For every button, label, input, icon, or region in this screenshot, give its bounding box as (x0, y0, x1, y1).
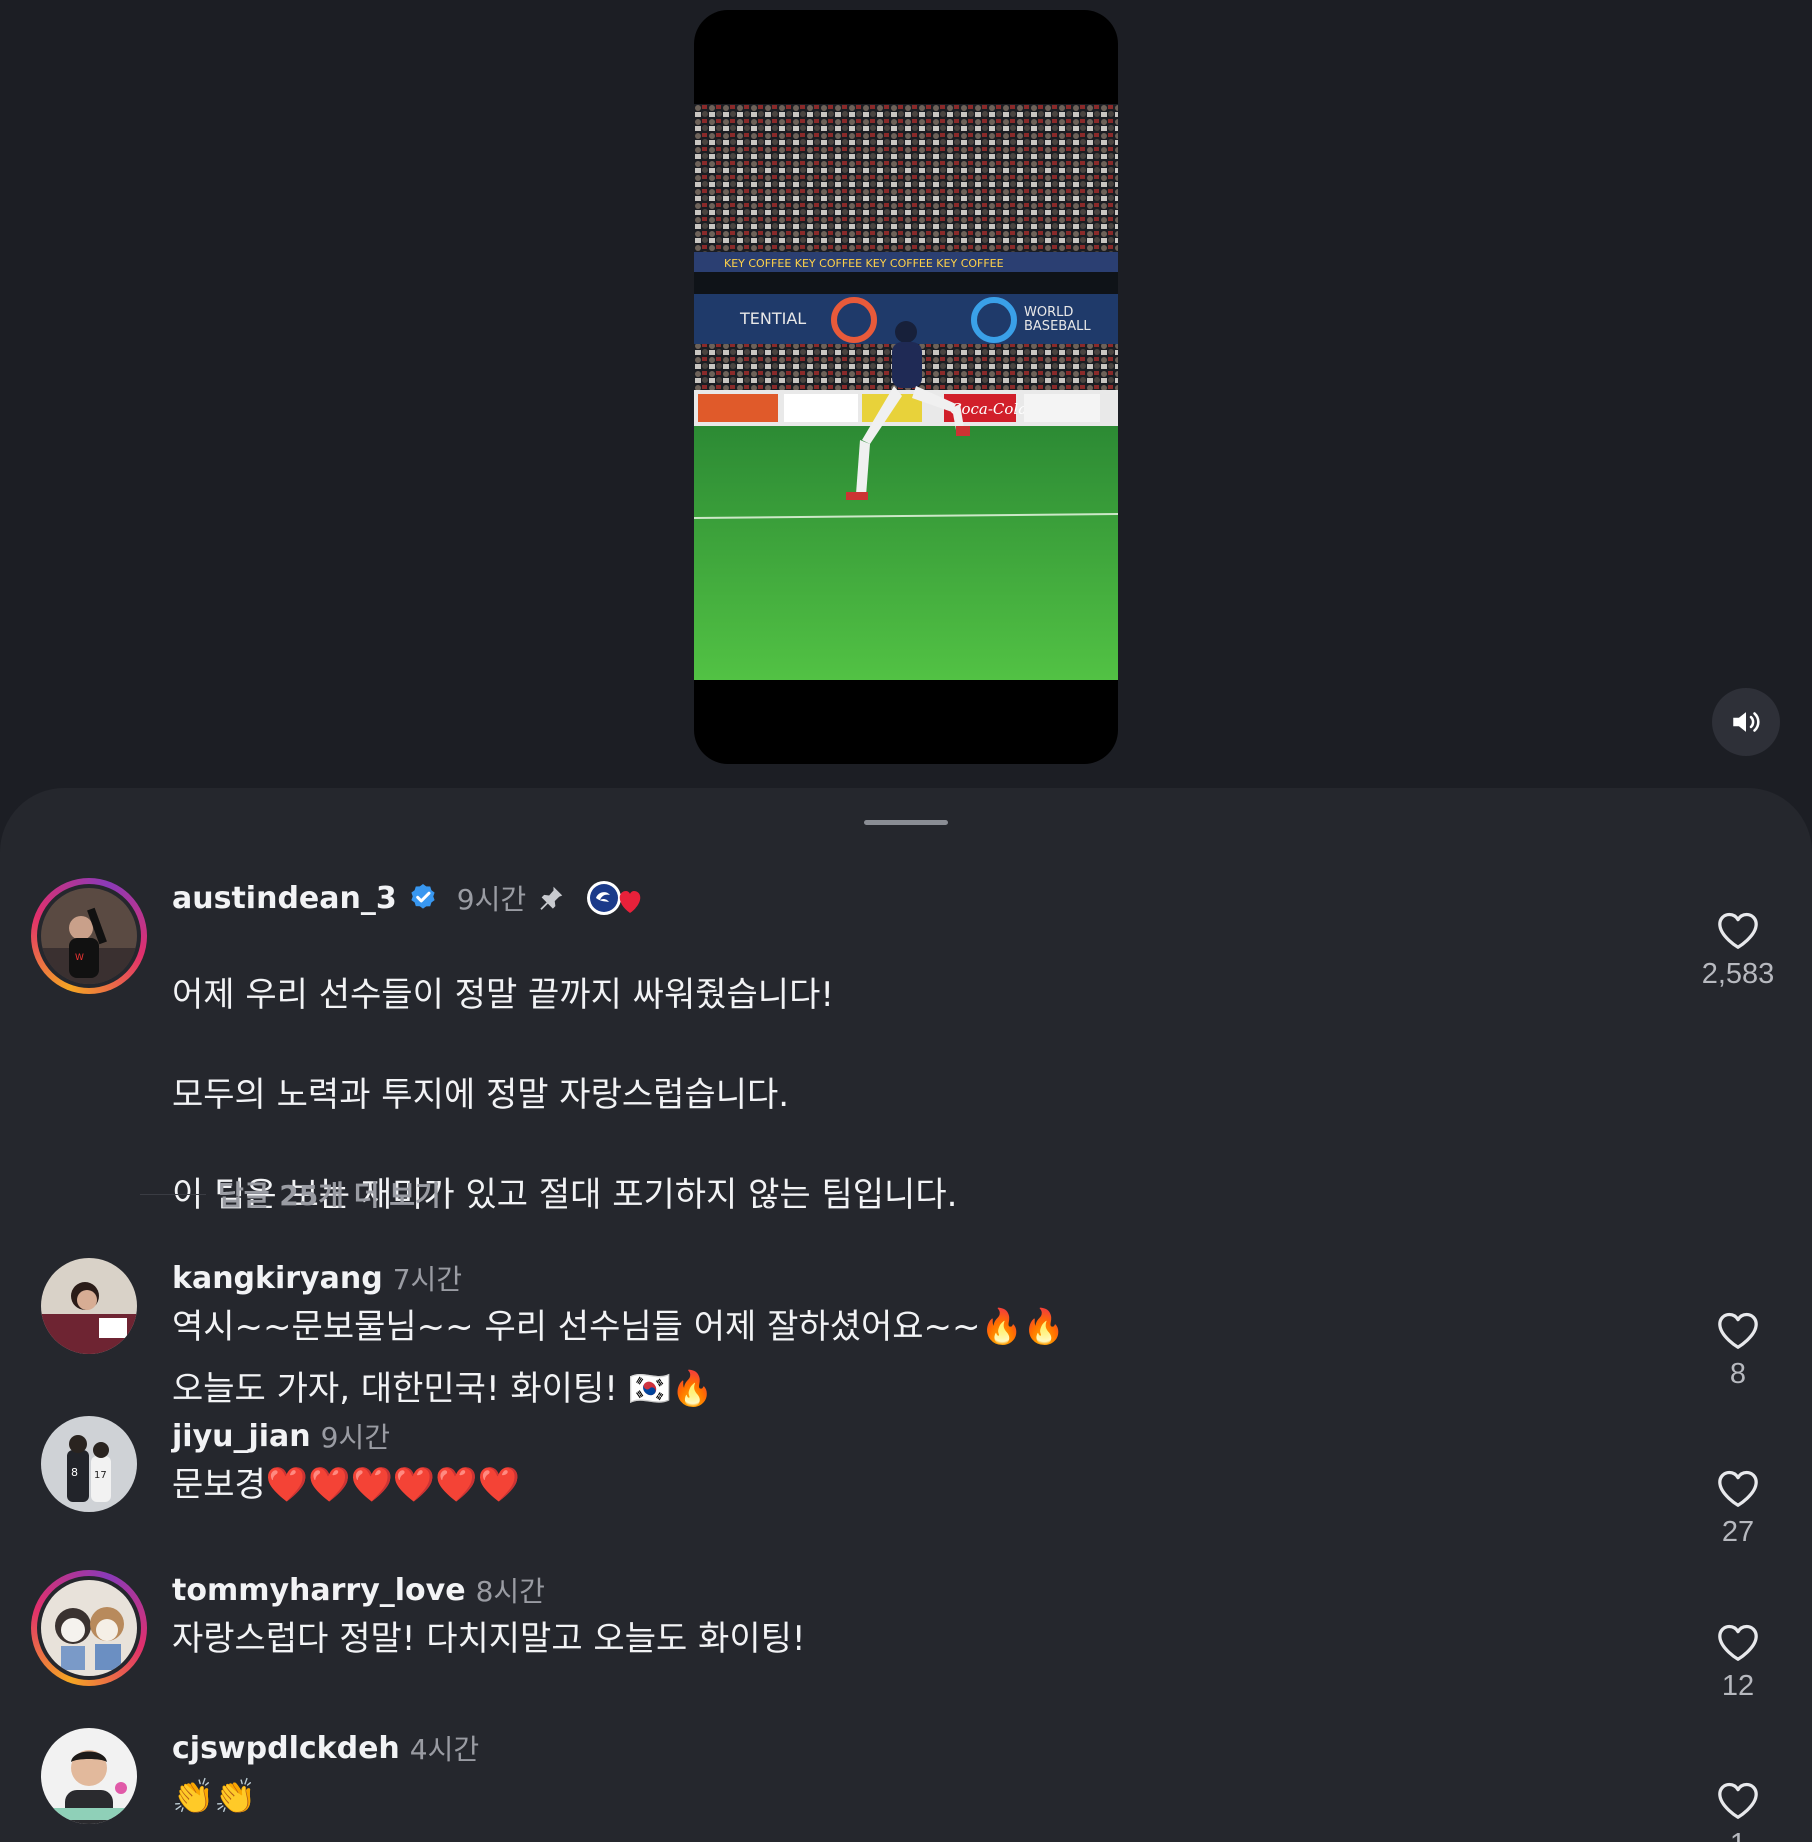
like-count: 27 (1721, 1516, 1755, 1548)
video-player[interactable]: KEY COFFEE KEY COFFEE KEY COFFEE KEY COF… (694, 10, 1118, 764)
avatar[interactable]: 8 17 (41, 1416, 137, 1512)
comment-timestamp: 9시간 (456, 883, 527, 916)
avatar: W (37, 884, 141, 988)
svg-text:17: 17 (94, 1470, 107, 1481)
video-frame: KEY COFFEE KEY COFFEE KEY COFFEE KEY COF… (694, 104, 1118, 680)
heart-outline-icon (1718, 912, 1758, 949)
comment-meta: cjswpdlckdeh 4시간 (172, 1728, 479, 1768)
heart-outline-icon (1718, 1312, 1758, 1349)
comment-line: 모두의 노력과 투지에 정말 자랑스럽습니다. (172, 1075, 790, 1115)
like-button[interactable]: 27 (1690, 1468, 1786, 1549)
comment-meta: austindean_3 9시간 (172, 878, 644, 918)
comment-line: 오늘도 가자, 대한민국! 화이팅! 🇰🇷🔥 (172, 1369, 714, 1409)
like-button[interactable]: 2,583 (1690, 910, 1786, 991)
svg-text:8: 8 (71, 1466, 78, 1479)
svg-text:KEY COFFEE KEY COFFEE: KEY COFFEE KEY COFFEE KEY COFFEE KEY COF… (724, 257, 1004, 270)
verified-badge-icon (407, 882, 439, 914)
comment-text: 자랑스럽다 정말! 다치지말고 오늘도 화이팅! (172, 1619, 806, 1659)
heart-outline-icon (1718, 1470, 1758, 1507)
svg-text:TENTIAL: TENTIAL (739, 309, 806, 328)
comment-timestamp: 9시간 (320, 1421, 390, 1454)
like-count: 2,583 (1701, 958, 1775, 990)
like-button[interactable]: 1 (1690, 1780, 1786, 1842)
svg-text:WORLD: WORLD (1024, 305, 1073, 320)
avatar-story-ring[interactable]: W (31, 878, 147, 994)
comment-text: 역시~~문보물님~~ 우리 선수님들 어제 잘하셨어요~~🔥🔥 (172, 1307, 1066, 1347)
view-replies-label: 답글 25개 더 보기 (218, 1179, 441, 1212)
comment-meta: tommyharry_love 8시간 (172, 1570, 545, 1610)
like-count: 12 (1721, 1670, 1755, 1702)
heart-outline-icon (1718, 1624, 1758, 1661)
like-button[interactable]: 12 (1690, 1622, 1786, 1703)
comment-username[interactable]: cjswpdlckdeh (172, 1731, 400, 1766)
avatar (37, 1576, 141, 1680)
comment-timestamp: 4시간 (409, 1733, 480, 1766)
comment-timestamp: 8시간 (475, 1575, 545, 1608)
comment-meta: jiyu_jian 9시간 (172, 1416, 390, 1456)
svg-text:W: W (75, 953, 84, 963)
like-count: 1 (1690, 1828, 1786, 1842)
speaker-on-icon (1733, 712, 1760, 732)
comment-timestamp: 7시간 (392, 1263, 463, 1296)
team-heart-badge-icon (586, 879, 644, 917)
avatar[interactable] (41, 1258, 137, 1354)
comment-text: 문보경❤️❤️❤️❤️❤️❤️ (172, 1465, 520, 1505)
heart-outline-icon (1718, 1782, 1758, 1819)
screen: KEY COFFEE KEY COFFEE KEY COFFEE KEY COF… (0, 0, 1812, 1842)
comment-username[interactable]: tommyharry_love (172, 1573, 466, 1608)
comment-text: 👏👏 (172, 1777, 257, 1817)
svg-text:BASEBALL: BASEBALL (1024, 319, 1091, 334)
mute-toggle-button[interactable] (1712, 688, 1780, 756)
comments-sheet: W austindean_3 9시간 어제 우리 선수들이 정말 끝까지 싸워줬… (0, 788, 1812, 1842)
comment-meta: kangkiryang 7시간 (172, 1258, 462, 1298)
sheet-drag-handle[interactable] (864, 820, 948, 825)
like-count: 8 (1729, 1358, 1747, 1390)
comment-line: 어제 우리 선수들이 정말 끝까지 싸워줬습니다! (172, 975, 834, 1015)
comment-username[interactable]: austindean_3 (172, 881, 397, 916)
comment-username[interactable]: kangkiryang (172, 1261, 383, 1296)
pin-icon (536, 883, 566, 913)
avatar[interactable] (41, 1728, 137, 1824)
replies-divider (140, 1193, 206, 1195)
like-button[interactable]: 8 (1690, 1310, 1786, 1391)
comment-username[interactable]: jiyu_jian (172, 1419, 311, 1454)
avatar-story-ring[interactable] (31, 1570, 147, 1686)
view-replies-button[interactable]: 답글 25개 더 보기 (140, 1174, 441, 1214)
